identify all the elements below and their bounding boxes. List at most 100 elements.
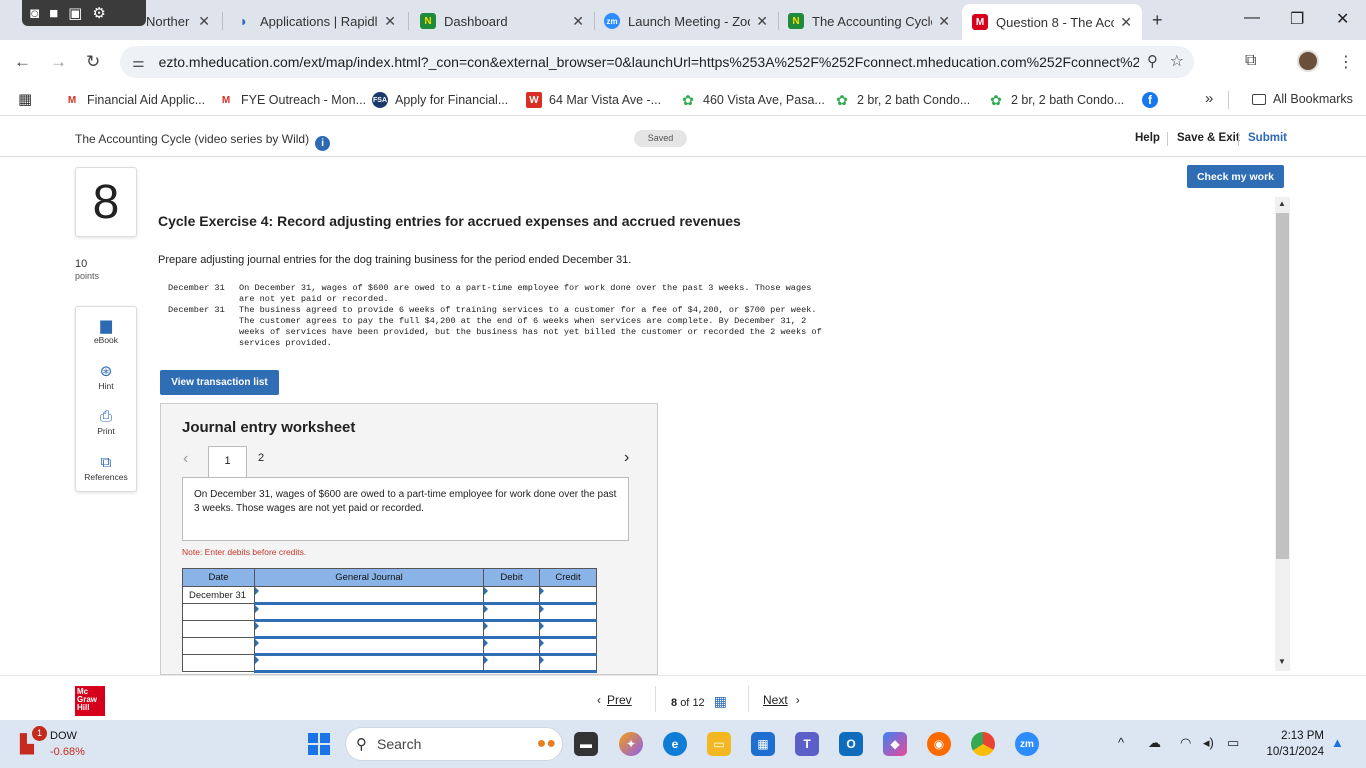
credit-input[interactable] <box>539 586 597 605</box>
worksheet-tab-1[interactable]: 1 <box>208 446 247 478</box>
tab-question-8[interactable]: M Question 8 - The Acco ✕ <box>962 4 1142 40</box>
extensions-puzzle-icon[interactable]: ⧉ <box>1245 52 1256 70</box>
task-view-icon[interactable]: ▬ <box>574 732 598 756</box>
date-cell[interactable]: December 31 <box>182 586 255 604</box>
zoom-icon[interactable]: ⚲ <box>1147 52 1158 70</box>
prev-button[interactable]: ‹ Prev <box>597 693 632 707</box>
outlook-icon[interactable]: O <box>839 732 863 756</box>
tab-dashboard[interactable]: N Dashboard ✕ <box>410 6 594 36</box>
onedrive-icon[interactable]: ☁ <box>1148 735 1161 751</box>
check-my-work-button[interactable]: Check my work <box>1187 165 1284 188</box>
tab-zoom-meeting[interactable]: zm Launch Meeting - Zoo ✕ <box>594 6 778 36</box>
system-clock[interactable]: 2:13 PM 10/31/2024 <box>1258 728 1324 760</box>
menu-kebab-icon[interactable]: ⋮ <box>1338 52 1354 72</box>
new-tab-icon[interactable]: + <box>1152 10 1163 31</box>
bookmarks-overflow-icon[interactable]: » <box>1205 90 1213 107</box>
debit-input[interactable] <box>483 620 540 639</box>
credit-input[interactable] <box>539 654 597 673</box>
address-bar[interactable]: ⚌ ezto.mheducation.com/ext/map/index.htm… <box>120 46 1194 78</box>
apps-grid-icon[interactable]: ▦ <box>18 90 32 108</box>
site-settings-icon[interactable]: ⚌ <box>132 54 145 71</box>
battery-icon[interactable]: ▭ <box>1227 735 1239 751</box>
bookmark-star-icon[interactable]: ☆ <box>1170 51 1184 71</box>
ebook-tool[interactable]: ▆ eBook <box>76 316 136 345</box>
profile-avatar[interactable] <box>1297 50 1319 72</box>
minimize-icon[interactable]: — <box>1244 9 1260 27</box>
store-icon[interactable]: ▦ <box>751 732 775 756</box>
date-cell[interactable] <box>182 654 255 672</box>
references-tool[interactable]: ⧉ References <box>76 454 136 482</box>
teams-icon[interactable]: T <box>795 732 819 756</box>
date-cell[interactable] <box>182 620 255 638</box>
debit-input[interactable] <box>483 654 540 673</box>
close-icon[interactable]: ✕ <box>756 13 768 30</box>
bookmark-vista-ave[interactable]: ✿ 460 Vista Ave, Pasa... <box>680 92 825 108</box>
credit-input[interactable] <box>539 620 597 639</box>
credit-input[interactable] <box>539 603 597 622</box>
help-link[interactable]: Help <box>1135 132 1160 144</box>
credit-input[interactable] <box>539 637 597 656</box>
page-scrollbar[interactable]: ▲ ▼ <box>1275 197 1290 671</box>
scroll-up-icon[interactable]: ▲ <box>1278 199 1286 208</box>
bookmark-condo-1[interactable]: ✿ 2 br, 2 bath Condo... <box>834 92 970 108</box>
forward-arrow-icon[interactable]: → <box>50 52 67 72</box>
copilot-icon[interactable]: ✦ <box>619 732 643 756</box>
screenshot-extension-toolbar[interactable]: ◙ ■ ▣ ⚙ <box>22 0 146 26</box>
account-input[interactable] <box>254 586 484 605</box>
tray-overflow-icon[interactable]: ^ <box>1118 735 1124 750</box>
tab-accounting-cycle[interactable]: N The Accounting Cycle ✕ <box>778 6 960 36</box>
url-text[interactable]: ezto.mheducation.com/ext/map/index.html?… <box>159 54 1139 70</box>
tab-northern[interactable]: Norther ✕ <box>136 6 220 36</box>
bookmark-fye-outreach[interactable]: M FYE Outreach - Mon... <box>218 92 366 108</box>
worksheet-tab-2[interactable]: 2 <box>258 452 264 464</box>
zoom-app-icon[interactable]: zm <box>1015 732 1039 756</box>
info-icon[interactable]: i <box>315 136 331 151</box>
scrollbar-thumb[interactable] <box>1276 213 1289 559</box>
print-tool[interactable]: ⎙ Print <box>76 408 136 436</box>
next-button[interactable]: Next › <box>763 693 800 707</box>
restore-icon[interactable]: ❐ <box>1290 9 1304 29</box>
question-grid-icon[interactable]: ▦ <box>714 693 727 709</box>
video-icon[interactable]: ■ <box>49 6 58 21</box>
chrome-icon[interactable] <box>971 732 995 756</box>
date-cell[interactable] <box>182 603 255 621</box>
hint-tool[interactable]: ⊛ Hint <box>76 362 136 391</box>
scroll-down-icon[interactable]: ▼ <box>1278 657 1286 666</box>
gear-icon[interactable]: ⚙ <box>92 6 105 21</box>
account-input[interactable] <box>254 603 484 622</box>
submit-link[interactable]: Submit <box>1248 132 1287 144</box>
camera-icon[interactable]: ◙ <box>30 6 39 21</box>
bookmark-financial-aid[interactable]: M Financial Aid Applic... <box>64 92 205 108</box>
reload-icon[interactable]: ↻ <box>86 52 100 72</box>
wifi-icon[interactable]: ◠ <box>1180 735 1191 751</box>
save-exit-link[interactable]: Save & Exit <box>1177 132 1240 144</box>
bookmark-facebook[interactable]: f <box>1142 92 1165 108</box>
view-transaction-list-button[interactable]: View transaction list <box>160 370 279 395</box>
account-input[interactable] <box>254 620 484 639</box>
back-arrow-icon[interactable]: ← <box>14 52 31 72</box>
debit-input[interactable] <box>483 603 540 622</box>
window-close-icon[interactable]: ✕ <box>1336 9 1349 29</box>
volume-icon[interactable]: ◂) <box>1203 735 1214 751</box>
file-explorer-icon[interactable]: ▭ <box>707 732 731 756</box>
bookmark-apply-financial[interactable]: FSA Apply for Financial... <box>372 92 508 108</box>
edge-icon[interactable]: e <box>663 732 687 756</box>
copilot-app-icon[interactable]: ◆ <box>883 732 907 756</box>
bookmark-condo-2[interactable]: ✿ 2 br, 2 bath Condo... <box>988 92 1124 108</box>
windows-start-icon[interactable] <box>308 733 330 755</box>
account-input[interactable] <box>254 654 484 673</box>
notification-bell-icon[interactable]: ▲ <box>1331 735 1344 750</box>
bookmark-mar-vista[interactable]: W 64 Mar Vista Ave -... <box>526 92 661 108</box>
all-bookmarks[interactable]: All Bookmarks <box>1252 92 1353 106</box>
close-icon[interactable]: ✕ <box>384 13 396 30</box>
date-cell[interactable] <box>182 637 255 655</box>
debit-input[interactable] <box>483 586 540 605</box>
taskbar-search[interactable]: ⚲ Search ●● <box>345 727 563 761</box>
debit-input[interactable] <box>483 637 540 656</box>
chevron-right-icon[interactable]: › <box>624 449 629 467</box>
window-icon[interactable]: ▣ <box>68 6 82 21</box>
close-icon[interactable]: ✕ <box>198 13 210 30</box>
account-input[interactable] <box>254 637 484 656</box>
close-icon[interactable]: ✕ <box>572 13 584 30</box>
chevron-left-icon[interactable]: ‹ <box>183 450 188 468</box>
